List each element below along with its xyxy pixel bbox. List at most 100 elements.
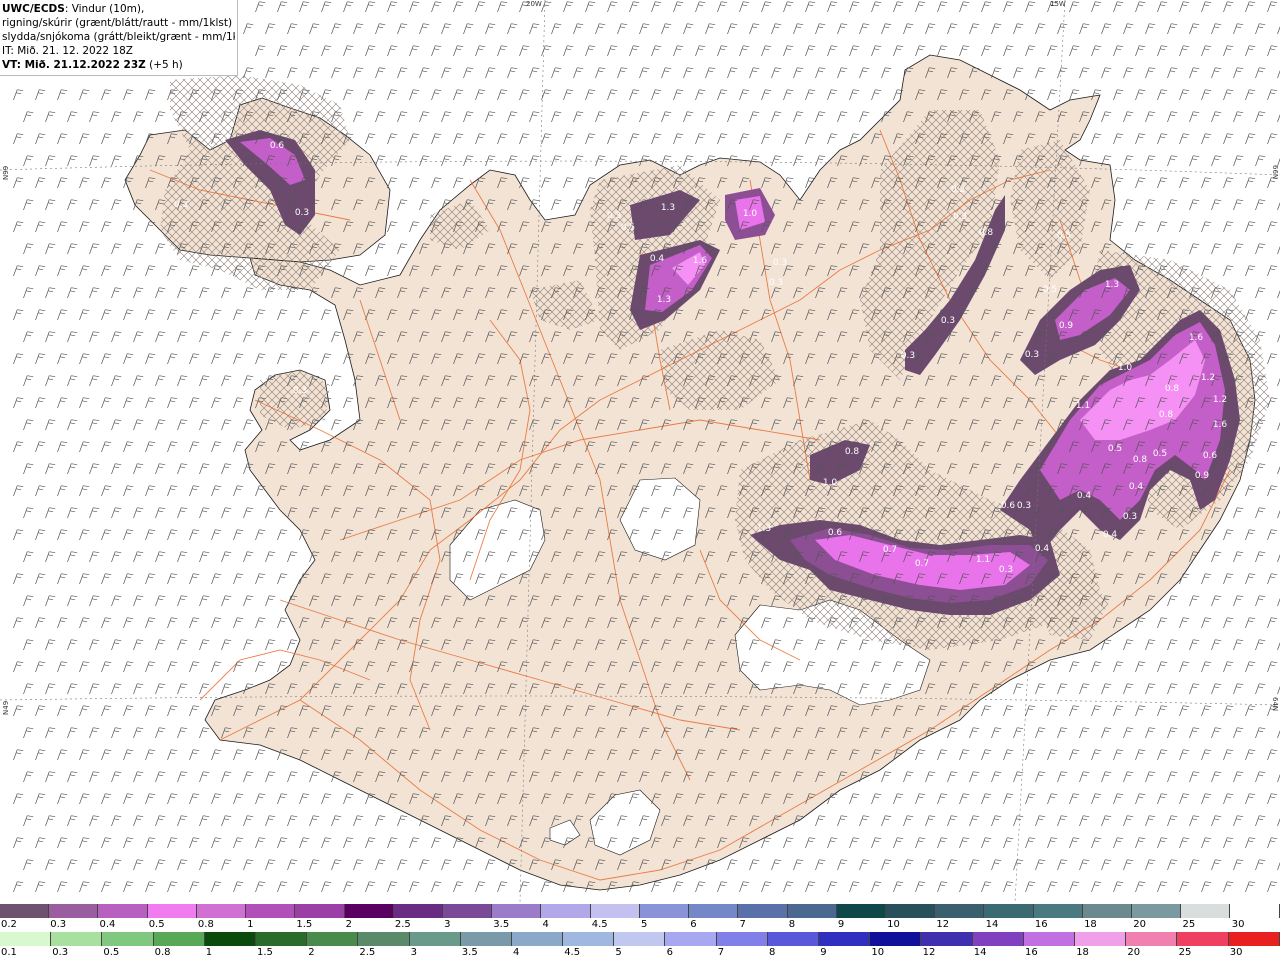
precip-value-label: 0.3 (293, 386, 307, 396)
scale-tick-label: 10 (887, 919, 900, 930)
precip-value-label: 0.6 (1001, 501, 1016, 511)
scale-tick-label: 30 (1229, 947, 1243, 958)
precip-value-label: 0.4 (1077, 491, 1092, 501)
model-name: UWC/ECDS (2, 3, 65, 15)
lat-label-right-66n: 66N (1271, 165, 1279, 180)
title-text: : Vindur (10m), (64, 3, 145, 15)
scale-tick-label: 12 (936, 919, 950, 930)
scale-swatch (563, 932, 615, 946)
map-info-box: UWC/ECDS: Vindur (10m), rigning/skúrir (… (0, 0, 238, 76)
scale-swatch (0, 932, 52, 946)
scale-tick-label: 5 (615, 947, 622, 958)
precip-value-label: 0.5 (1153, 449, 1167, 459)
precip-value-label: 1.6 (1213, 420, 1228, 430)
scale-swatch (1177, 932, 1229, 946)
scale-tick-label: 3.5 (493, 919, 510, 930)
precip-value-label: 0.8 (979, 228, 994, 238)
scale-swatch (344, 904, 394, 918)
precip-value-label: 0.4 (650, 254, 665, 264)
scale-tick-label: 2 (308, 947, 315, 958)
snow-color-bar (0, 904, 1280, 918)
scale-tick-label: 5 (641, 919, 648, 930)
scale-swatch (246, 904, 296, 918)
precip-value-label: 1.6 (693, 256, 708, 266)
scale-tick-label: 2.5 (359, 947, 376, 958)
scale-tick-label: 14 (985, 919, 999, 930)
precip-value-label: 0.6 (1203, 451, 1218, 461)
precip-value-label: 1.3 (1105, 280, 1119, 290)
scale-tick-label: 16 (1034, 919, 1048, 930)
scale-swatch (870, 932, 922, 946)
scale-swatch (1033, 904, 1083, 918)
scale-tick-label: 8 (788, 919, 796, 930)
scale-swatch (972, 932, 1024, 946)
scale-swatch (442, 904, 493, 918)
scale-tick-label: 3 (444, 919, 451, 930)
precip-value-label: 1.0 (823, 478, 838, 488)
scale-tick-label: 20 (1133, 919, 1147, 930)
precip-value-label: 0.6 (270, 141, 285, 151)
scale-swatch (102, 932, 154, 946)
precip-value-label: 1.2 (1213, 395, 1227, 405)
precip-value-label: 0.3 (295, 208, 309, 218)
scale-swatch (819, 932, 871, 946)
precip-value-label: 0.8 (845, 447, 860, 457)
lat-label-left-66n: N99 (2, 165, 10, 180)
scale-tick-label: 0.3 (52, 947, 69, 958)
scale-tick-label: 7 (739, 919, 746, 930)
precip-value-label: 1.6 (1189, 333, 1204, 343)
scale-tick-label: 0.3 (50, 919, 67, 930)
scale-swatch (1181, 904, 1231, 918)
precip-value-label: 0.5 (1108, 444, 1122, 454)
lon-label-15w: 15W (1050, 0, 1066, 8)
scale-tick-label: 18 (1076, 947, 1089, 958)
scale-swatch (1230, 904, 1280, 918)
scale-swatch (767, 932, 819, 946)
scale-tick-label: 12 (922, 947, 936, 958)
scale-swatch (1082, 904, 1133, 918)
scale-swatch (921, 932, 973, 946)
snow-scale-ticks: 0.2 0.3 0.4 0.5 0.8 1 1.5 2 2.5 3 3.5 4 4.5 5 6 7 8 9 10 12… (0, 919, 1280, 931)
scale-swatch (492, 904, 542, 918)
scale-tick-label: 20 (1127, 947, 1141, 958)
scale-swatch (460, 932, 512, 946)
precip-value-label: 0.3 (607, 211, 621, 221)
precip-value-label: 0.8 (1133, 455, 1148, 465)
precip-value-label: 0.9 (1059, 321, 1074, 331)
precip-value-label: 0.4 (1129, 482, 1144, 492)
scale-tick-label: 4 (513, 947, 520, 958)
scale-swatch (295, 904, 345, 918)
precip-value-label: 0.2 (951, 185, 965, 195)
scale-tick-label: 0.5 (103, 947, 120, 958)
precip-value-label: 0.4 (1035, 544, 1050, 554)
scale-swatch (393, 904, 443, 918)
forecast-offset: (+5 h) (145, 59, 183, 71)
precip-value-label: 1.3 (661, 203, 675, 213)
scale-tick-label: 1 (247, 919, 254, 930)
scale-swatch (716, 932, 768, 946)
precip-value-label: 1.1 (1076, 401, 1090, 411)
precip-value-label: 0.4 (1103, 530, 1118, 540)
scale-swatch (1023, 932, 1075, 946)
scale-tick-label: 0.2 (1, 919, 17, 930)
scale-swatch (614, 932, 666, 946)
scale-swatch (541, 904, 591, 918)
precip-value-label: 0.3 (773, 258, 787, 268)
scale-swatch (153, 932, 205, 946)
scale-tick-label: 0.5 (148, 919, 165, 930)
scale-tick-label: 2 (345, 919, 352, 930)
valid-time: VT: Mið. 21.12.2022 23Z (2, 59, 146, 71)
precip-value-label: 1.3 (657, 295, 671, 305)
scale-tick-label: 1 (205, 947, 213, 958)
precip-value-label: 1.3 (757, 524, 771, 534)
scale-tick-label: 30 (1231, 919, 1245, 930)
scale-tick-label: 6 (690, 919, 697, 930)
scale-tick-label: 25 (1182, 919, 1196, 930)
scale-tick-label: 9 (820, 947, 827, 958)
precip-value-label: 0.3 (1025, 350, 1039, 360)
precip-value-label: 1.2 (1201, 373, 1215, 383)
scale-tick-label: 2.5 (394, 919, 411, 930)
scale-swatch (98, 904, 148, 918)
precip-value-label: 1.0 (743, 209, 758, 219)
weather-map: 0.60.30.30.30.50.30.4 1.61.31.01.30.30.30… (0, 0, 1280, 902)
